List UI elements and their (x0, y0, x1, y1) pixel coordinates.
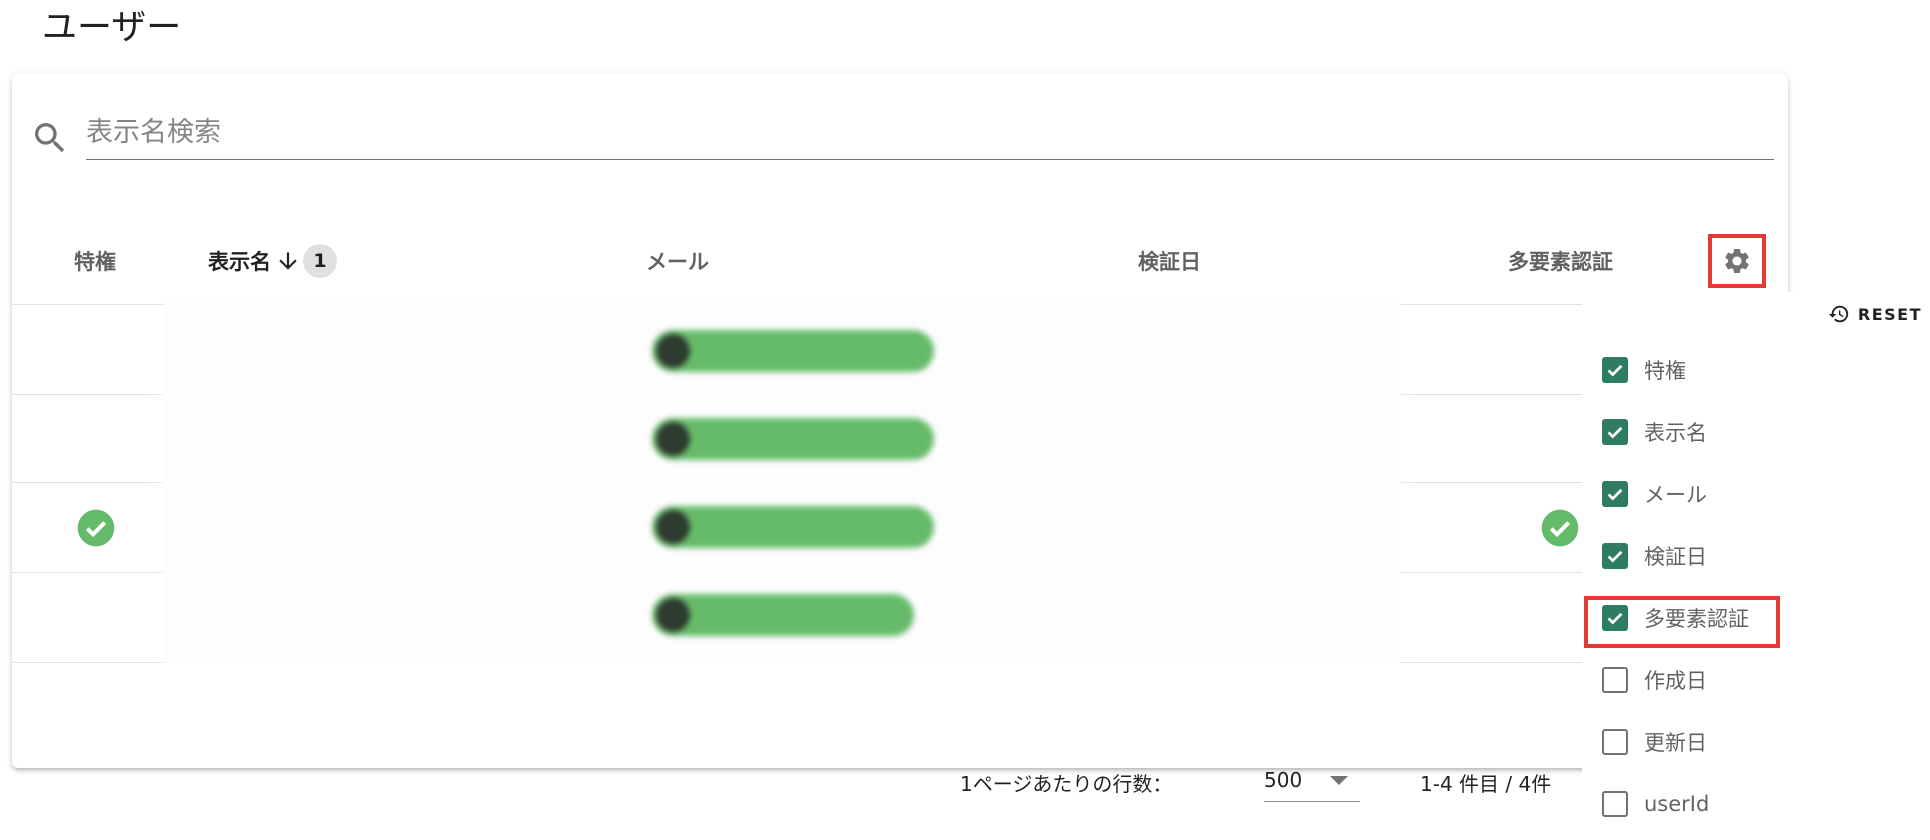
gear-icon (1725, 249, 1749, 273)
column-toggle-created-date[interactable]: 作成日 (1602, 654, 1902, 706)
column-settings-button[interactable] (1708, 234, 1766, 288)
column-header-privilege[interactable]: 特権 (74, 244, 116, 280)
checkbox-unchecked-icon (1602, 667, 1628, 693)
rows-per-page-value: 500 (1264, 768, 1303, 792)
column-toggle-label: 多要素認証 (1644, 607, 1749, 631)
checkbox-checked-icon (1602, 419, 1628, 445)
checkbox-checked-icon (1602, 605, 1628, 631)
column-header-verified-date[interactable]: 検証日 (1138, 244, 1201, 280)
column-toggle-mfa[interactable]: 多要素認証 (1602, 592, 1902, 644)
column-toggle-privilege[interactable]: 特権 (1602, 344, 1902, 396)
mail-chip-icon (656, 422, 690, 456)
search-icon (35, 123, 65, 153)
checkbox-checked-icon (1602, 357, 1628, 383)
mail-chip (652, 330, 934, 372)
column-header-label: 特権 (74, 250, 116, 274)
column-visibility-menu: RESET 特権 表示名 メール 検証日 多要素認証 作成日 更新日 userI… (1582, 292, 1930, 840)
privilege-check-icon (77, 509, 115, 547)
rows-per-page-label: 1ページあたりの行数： (960, 772, 1173, 796)
mail-chip-icon (656, 598, 690, 632)
column-toggle-label: 特権 (1644, 359, 1686, 383)
column-toggle-label: 作成日 (1644, 669, 1707, 693)
column-toggle-label: 検証日 (1644, 545, 1707, 569)
column-header-mfa[interactable]: 多要素認証 (1508, 244, 1613, 280)
column-header-label: 表示名 (208, 250, 271, 274)
users-screen: ユーザー 特権 表示名 1 メール 検証日 多要素認証 (0, 0, 1930, 840)
checkbox-unchecked-icon (1602, 729, 1628, 755)
mail-chip (652, 506, 934, 548)
column-header-label: 検証日 (1138, 250, 1201, 274)
reset-label: RESET (1857, 304, 1922, 324)
mfa-check-icon (1541, 509, 1579, 547)
users-table-card: 特権 表示名 1 メール 検証日 多要素認証 (12, 74, 1788, 802)
mail-chip (652, 594, 914, 636)
arrow-down-icon (279, 252, 297, 270)
checkbox-checked-icon (1602, 481, 1628, 507)
column-toggle-verified-date[interactable]: 検証日 (1602, 530, 1902, 582)
dropdown-arrow-icon (1330, 776, 1348, 785)
column-toggle-label: 更新日 (1644, 731, 1707, 755)
sort-order-badge: 1 (303, 244, 337, 278)
mail-chip-icon (656, 510, 690, 544)
column-header-label: 多要素認証 (1508, 250, 1613, 274)
column-header-display-name[interactable]: 表示名 1 (208, 244, 337, 280)
rows-per-page-select[interactable]: 500 (1264, 762, 1360, 802)
column-header-mail[interactable]: メール (646, 244, 709, 280)
column-toggle-user-id[interactable]: userId (1602, 778, 1902, 830)
column-toggle-label: メール (1644, 483, 1707, 507)
pagination-range: 1-4 件目 / 4件 (1420, 772, 1552, 796)
column-toggle-label: userId (1644, 792, 1710, 816)
checkbox-unchecked-icon (1602, 791, 1628, 817)
page-title: ユーザー (42, 8, 182, 48)
reset-columns-button[interactable]: RESET (1820, 296, 1930, 332)
column-toggle-display-name[interactable]: 表示名 (1602, 406, 1902, 458)
column-toggle-label: 表示名 (1644, 421, 1707, 445)
checkbox-checked-icon (1602, 543, 1628, 569)
column-toggle-mail[interactable]: メール (1602, 468, 1902, 520)
reset-icon (1828, 305, 1849, 323)
search-input[interactable] (86, 114, 1774, 160)
mail-chip (652, 418, 934, 460)
mail-chip-icon (656, 334, 690, 368)
column-toggle-updated-date[interactable]: 更新日 (1602, 716, 1902, 768)
column-header-label: メール (646, 250, 709, 274)
